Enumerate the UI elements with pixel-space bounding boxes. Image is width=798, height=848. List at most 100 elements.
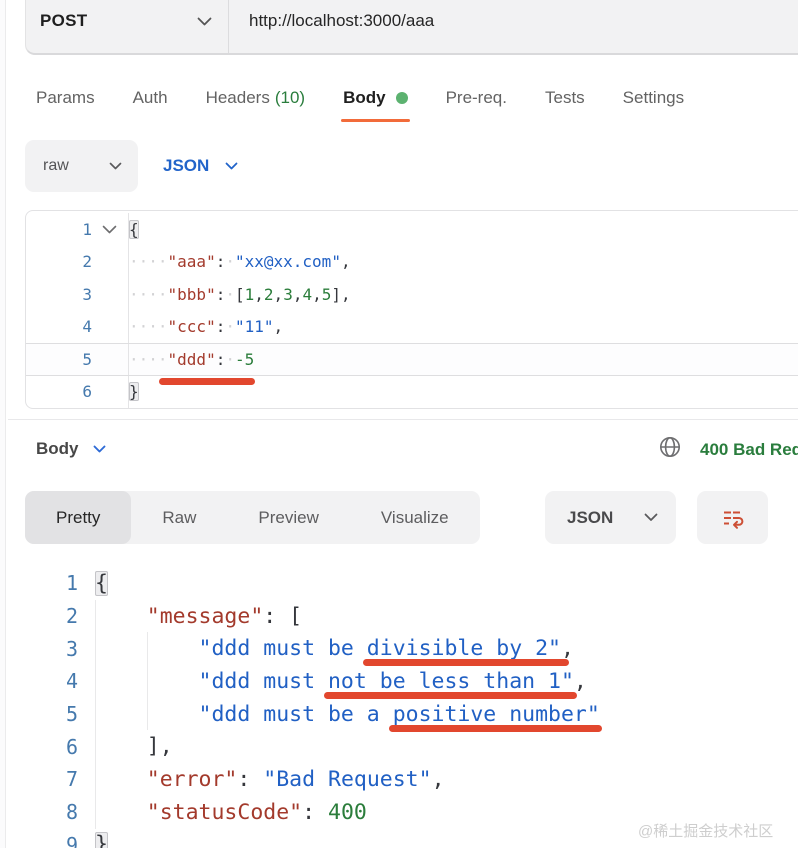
token: · — [225, 317, 235, 336]
view-tab-pretty[interactable]: Pretty — [25, 491, 131, 544]
tab-tests[interactable]: Tests — [545, 88, 585, 108]
token: } — [129, 382, 139, 401]
token: 400 — [328, 800, 367, 825]
gutter: 1 — [26, 213, 129, 246]
token: · — [225, 350, 235, 369]
response-view-tabs: PrettyRawPreviewVisualize — [25, 491, 480, 544]
globe-icon — [658, 435, 682, 464]
tab-settings[interactable]: Settings — [623, 88, 684, 108]
gutter: 2 — [0, 600, 92, 633]
token: ···· — [129, 252, 168, 271]
token: "aaa" — [168, 252, 216, 271]
tab-label: Auth — [133, 88, 168, 108]
token: , — [432, 767, 445, 792]
chevron-down-icon — [197, 17, 212, 26]
line-number: 6 — [26, 382, 92, 401]
token: : — [237, 767, 250, 792]
url-input[interactable]: http://localhost:3000/aaa — [229, 11, 798, 31]
code-text: ], — [92, 730, 173, 763]
response-language-label: JSON — [567, 508, 613, 528]
token: "xx@xx.com" — [235, 252, 341, 271]
token: -5 — [235, 350, 254, 369]
token: ], — [331, 285, 350, 304]
fold-icon[interactable] — [92, 225, 126, 234]
tab-body[interactable]: Body — [343, 88, 408, 108]
view-tab-raw[interactable]: Raw — [131, 491, 227, 544]
method-select[interactable]: POST — [26, 0, 229, 53]
tab-headers[interactable]: Headers(10) — [206, 88, 306, 108]
wrap-text-button[interactable] — [697, 491, 768, 544]
token: ···· — [129, 350, 168, 369]
gutter: 9 — [0, 829, 92, 848]
response-section-select[interactable]: Body — [36, 435, 106, 463]
token: [ — [235, 285, 245, 304]
body-mode-select[interactable]: raw — [25, 140, 138, 192]
token: "ddd must not be less than 1" — [199, 669, 574, 694]
code-line: 6} — [26, 376, 798, 409]
response-body-viewer[interactable]: 1{2"message": [3"ddd must be divisible b… — [0, 565, 798, 848]
chevron-down-icon — [644, 513, 658, 522]
code-text: ····"bbb":·[1,2,3,4,5], — [129, 278, 351, 311]
code-text: { — [92, 567, 108, 600]
token — [250, 767, 263, 792]
indent-guide — [147, 698, 199, 731]
token: "bbb" — [168, 285, 216, 304]
code-line: 1{ — [0, 567, 798, 600]
code-text: ····"ddd":·-5 — [129, 344, 254, 375]
request-body-editor[interactable]: 1{2····"aaa":·"xx@xx.com",3····"bbb":·[1… — [25, 210, 798, 409]
code-text: { — [129, 213, 139, 246]
line-number: 6 — [0, 735, 78, 759]
gutter: 4 — [0, 665, 92, 698]
token: ···· — [129, 285, 168, 304]
chevron-down-icon — [93, 445, 106, 453]
tab-params[interactable]: Params — [36, 88, 95, 108]
token: 2 — [264, 285, 274, 304]
line-number: 8 — [0, 800, 78, 824]
line-number: 1 — [26, 220, 92, 239]
body-mode-label: raw — [43, 157, 69, 175]
chevron-down-icon — [109, 162, 122, 170]
line-number: 4 — [0, 669, 78, 693]
red-underline-annotation — [389, 725, 603, 732]
code-text: "error": "Bad Request", — [92, 763, 445, 796]
code-text: } — [92, 829, 108, 848]
gutter: 6 — [26, 376, 129, 409]
token: ···· — [129, 317, 168, 336]
response-section-label: Body — [36, 439, 79, 459]
line-number: 3 — [26, 285, 92, 304]
token: : — [263, 604, 276, 629]
tab-prereq[interactable]: Pre-req. — [446, 88, 507, 108]
indent-guide — [95, 600, 147, 633]
gutter: 4 — [26, 311, 129, 344]
tab-label: Pre-req. — [446, 88, 507, 108]
tab-label: Body — [343, 88, 386, 108]
code-line: 6], — [0, 730, 798, 763]
body-has-content-dot-icon — [396, 92, 408, 104]
token: "error" — [147, 767, 238, 792]
tab-auth[interactable]: Auth — [133, 88, 168, 108]
line-number: 7 — [0, 767, 78, 791]
token: "ddd must be a positive number" — [199, 702, 600, 727]
view-tab-preview[interactable]: Preview — [227, 491, 349, 544]
token: , — [574, 669, 587, 694]
view-tab-visualize[interactable]: Visualize — [350, 491, 480, 544]
token: } — [95, 832, 108, 848]
body-language-select[interactable]: JSON — [163, 140, 238, 192]
token: "message" — [147, 604, 264, 629]
line-number: 2 — [26, 252, 92, 271]
token: : — [302, 800, 315, 825]
indent-guide — [95, 763, 147, 796]
response-language-select[interactable]: JSON — [545, 491, 676, 544]
gutter: 7 — [0, 763, 92, 796]
token: , — [274, 317, 284, 336]
token: : — [216, 252, 226, 271]
line-number: 9 — [0, 833, 78, 848]
request-tabs: Params Auth Headers(10) Body Pre-req. Tests Se… — [36, 88, 684, 108]
tab-label: Settings — [623, 88, 684, 108]
line-number: 5 — [26, 350, 92, 369]
token: "ccc" — [168, 317, 216, 336]
url-text: http://localhost:3000/aaa — [249, 11, 434, 31]
token: 5 — [322, 285, 332, 304]
line-number: 4 — [26, 317, 92, 336]
wrap-text-icon — [720, 505, 746, 531]
